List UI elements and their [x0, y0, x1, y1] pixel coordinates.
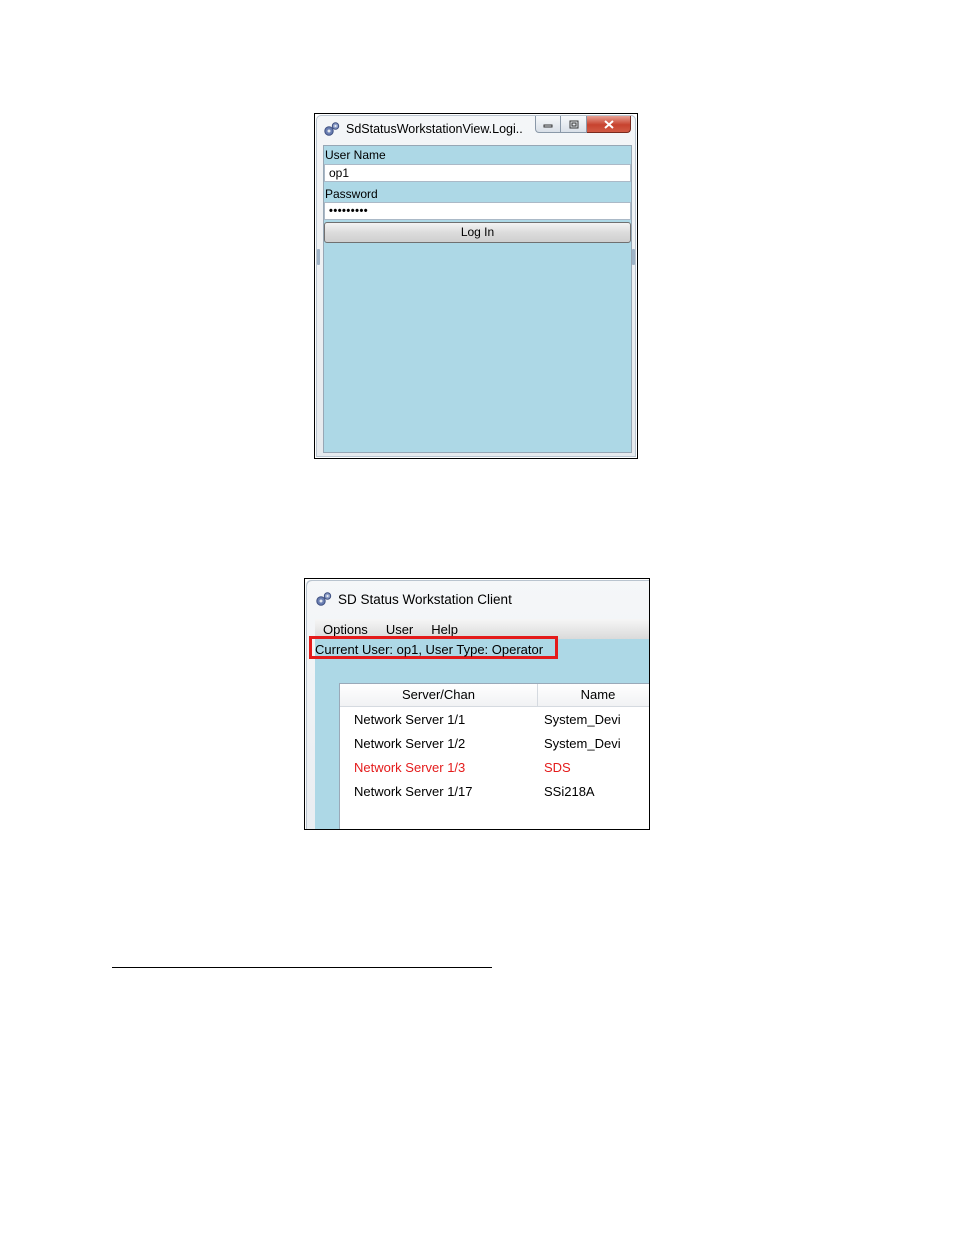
name-cell: System_Devi	[544, 736, 621, 751]
server-cell: Network Server 1/1	[354, 712, 466, 727]
menu-help[interactable]: Help	[422, 622, 467, 637]
minimize-icon	[543, 124, 553, 128]
resize-grip-right	[632, 249, 635, 265]
table-row-alarm[interactable]: Network Server 1/3 SDS	[340, 756, 649, 780]
username-label: User Name	[325, 148, 386, 162]
maximize-icon	[569, 120, 578, 128]
column-header-server-chan[interactable]: Server/Chan	[340, 684, 538, 706]
menu-user[interactable]: User	[377, 622, 422, 637]
current-user-status: Current User: op1, User Type: Operator	[315, 642, 544, 657]
window-title: SD Status Workstation Client	[338, 591, 512, 607]
column-header-name[interactable]: Name	[538, 684, 649, 706]
name-cell: System_Devi	[544, 712, 621, 727]
menu-options[interactable]: Options	[315, 622, 377, 637]
client-body: Current User: op1, User Type: Operator S…	[309, 636, 649, 829]
name-cell: SSi218A	[544, 784, 595, 799]
caption-buttons	[535, 116, 631, 133]
login-button[interactable]: Log In	[324, 222, 631, 243]
client-window-screenshot: SD Status Workstation Client Options Use…	[304, 578, 650, 830]
minimize-button[interactable]	[535, 116, 561, 133]
gears-icon	[324, 122, 340, 136]
table-header: Server/Chan Name	[340, 684, 649, 707]
table-row[interactable]: Network Server 1/1 System_Devi	[340, 708, 649, 732]
client-titlebar[interactable]: SD Status Workstation Client	[306, 588, 512, 610]
maximize-button[interactable]	[561, 116, 587, 133]
password-label: Password	[325, 187, 378, 201]
table-row[interactable]: Network Server 1/17 SSi218A	[340, 780, 649, 804]
login-window: SdStatusWorkstationView.Logi... User Nam…	[316, 115, 636, 457]
close-button[interactable]	[587, 116, 631, 133]
table-row[interactable]: Network Server 1/2 System_Devi	[340, 732, 649, 756]
password-field[interactable]: •••••••••	[324, 202, 631, 220]
login-window-screenshot: SdStatusWorkstationView.Logi... User Nam…	[314, 113, 638, 459]
server-cell: Network Server 1/17	[354, 784, 473, 799]
channel-table: Server/Chan Name Network Server 1/1 Syst…	[339, 683, 649, 829]
footnote-separator	[112, 967, 492, 968]
server-cell: Network Server 1/2	[354, 736, 466, 751]
resize-grip-left	[317, 249, 320, 265]
login-form: User Name op1 Password ••••••••• Log In	[323, 145, 632, 453]
gears-icon	[316, 592, 332, 606]
close-icon	[603, 119, 614, 129]
username-field[interactable]: op1	[324, 164, 631, 182]
server-cell: Network Server 1/3	[354, 760, 466, 775]
window-title: SdStatusWorkstationView.Logi...	[346, 122, 522, 136]
client-window: SD Status Workstation Client Options Use…	[306, 580, 649, 829]
name-cell: SDS	[544, 760, 571, 775]
